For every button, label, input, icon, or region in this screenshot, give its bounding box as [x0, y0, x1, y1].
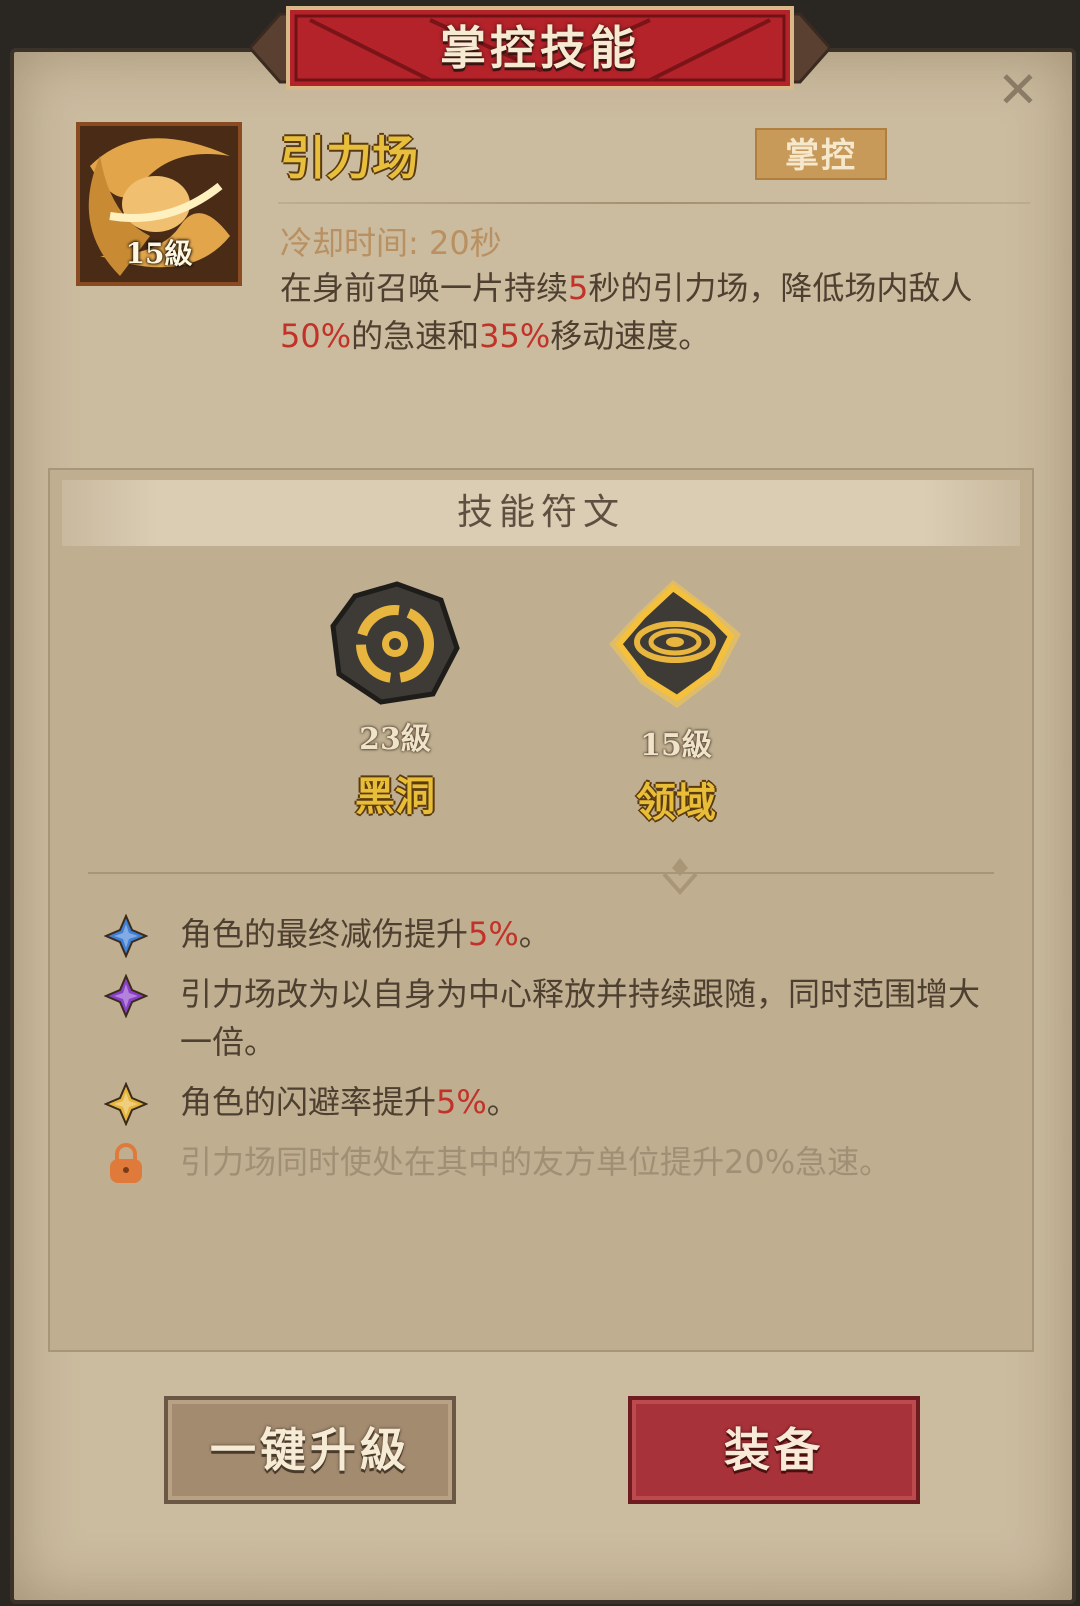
page-title: 掌控技能 [440, 21, 640, 75]
rune-effects-list: 角色的最终减伤提升5%。 引力场改为以自身为中心释放并持续跟随，同时范围增大一倍。… [104, 910, 1004, 1198]
rune-effect-item: 引力场同时使处在其中的友方单位提升20%急速。 [104, 1138, 1004, 1186]
skill-name: 引力场 [280, 131, 418, 185]
skill-description: 在身前召唤一片持续5秒的引力场，降低场内敌人 50%的急速和35%移动速度。 [280, 264, 1000, 360]
rune-black-hole[interactable]: 23級 黑洞 [315, 578, 475, 822]
effect-text: 角色的最终减伤提升 [180, 915, 469, 953]
gold-diamond-icon [104, 1082, 148, 1126]
highlight-value: 5% [468, 915, 519, 953]
description-text: 移动速度。 [550, 317, 711, 355]
highlight-value: 5 [568, 269, 589, 307]
runes-title: 技能符文 [456, 492, 625, 533]
runes-header: 技能符文 [62, 480, 1020, 546]
rune-effect-item: 引力场改为以自身为中心释放并持续跟随，同时范围增大一倍。 [104, 970, 1004, 1066]
highlight-value: 50% [280, 317, 352, 355]
skill-type-badge: 掌控 [755, 128, 887, 180]
equip-button[interactable]: 装备 [628, 1396, 920, 1504]
rune-level: 23級 [359, 722, 431, 757]
blue-diamond-icon [104, 914, 148, 958]
domain-rune-icon [609, 580, 741, 708]
description-text: 在身前召唤一片持续 [280, 269, 569, 307]
close-icon[interactable]: ✕ [996, 65, 1040, 115]
rune-effect-item: 角色的最终减伤提升5%。 [104, 910, 1004, 958]
highlight-value: 5% [436, 1083, 487, 1121]
title-banner: 掌控技能 [247, 0, 833, 96]
description-text: 秒的引力场，降低场内敌人 [588, 269, 973, 307]
lock-icon [110, 1143, 142, 1183]
skill-level: 15級 [125, 237, 193, 270]
purple-diamond-icon [104, 974, 148, 1018]
rune-name: 黑洞 [355, 774, 435, 820]
chevron-down-icon [662, 858, 698, 896]
effect-text: 引力场同时使处在其中的友方单位提升20%急速。 [180, 1143, 892, 1181]
highlight-value: 35% [479, 317, 551, 355]
one-key-upgrade-button[interactable]: 一键升級 [164, 1396, 456, 1504]
cooldown-text: 冷却时间: 20秒 [280, 224, 502, 262]
rune-effect-item: 角色的闪避率提升5%。 [104, 1078, 1004, 1126]
effect-text: 引力场改为以自身为中心释放并持续跟随，同时范围增大一倍。 [180, 975, 981, 1061]
runes-divider [88, 872, 994, 874]
header-divider [278, 202, 1030, 204]
rune-name: 领域 [636, 780, 716, 826]
skill-icon: 15級 [76, 122, 242, 286]
description-text: 的急速和 [351, 317, 480, 355]
black-hole-rune-icon [330, 581, 460, 705]
rune-domain[interactable]: 15級 领域 [596, 574, 756, 828]
effect-text: 。 [486, 1083, 519, 1121]
effect-text: 。 [518, 915, 551, 953]
effect-text: 角色的闪避率提升 [180, 1083, 437, 1121]
rune-level: 15級 [640, 728, 712, 763]
